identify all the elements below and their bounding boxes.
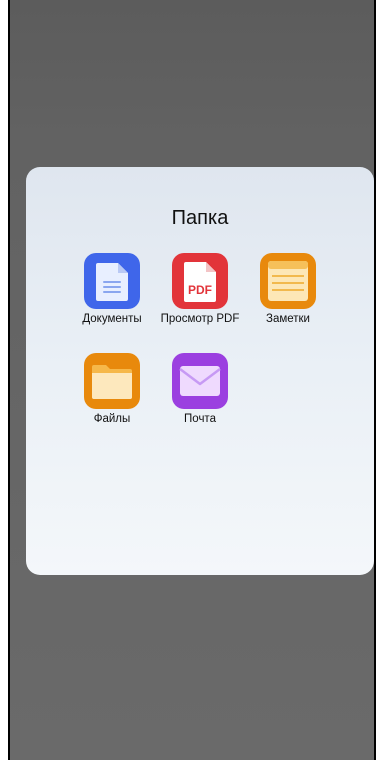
mail-envelope-icon — [172, 353, 228, 409]
documents-icon — [84, 253, 140, 309]
app-pdf-viewer[interactable]: PDF Просмотр PDF — [156, 253, 244, 325]
pdf-viewer-icon: PDF — [172, 253, 228, 309]
pdf-badge-text: PDF — [188, 283, 212, 297]
app-documents[interactable]: Документы — [68, 253, 156, 325]
app-label: Почта — [184, 413, 216, 425]
folder-title[interactable]: Папка — [26, 207, 374, 230]
app-notes[interactable]: Заметки — [244, 253, 332, 325]
app-label: Документы — [82, 313, 142, 325]
app-label: Заметки — [266, 313, 310, 325]
app-label: Просмотр PDF — [160, 313, 240, 325]
folder-popup: Папка Документы PDF Просмотр PDF Заметки… — [26, 167, 374, 575]
app-label: Файлы — [93, 413, 131, 425]
files-folder-icon — [84, 353, 140, 409]
screen: Папка Документы PDF Просмотр PDF Заметки… — [8, 0, 376, 760]
app-files[interactable]: Файлы — [68, 353, 156, 425]
app-mail[interactable]: Почта — [156, 353, 244, 425]
notes-icon — [260, 253, 316, 309]
